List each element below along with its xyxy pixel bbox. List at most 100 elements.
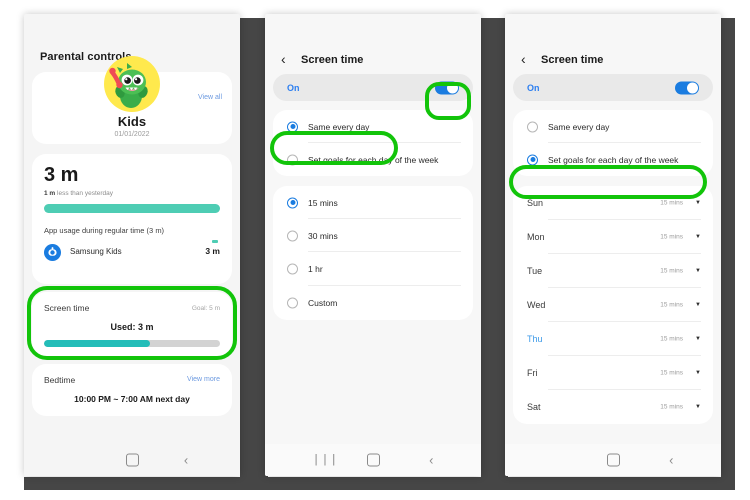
bedtime-label: Bedtime	[44, 375, 76, 385]
table-row[interactable]: Sat 15 mins ▼	[513, 390, 713, 424]
back-icon[interactable]: ‹	[669, 453, 673, 468]
radio-option-set-goals-each-day[interactable]: Set goals for each day of the week	[273, 143, 473, 176]
chevron-down-icon[interactable]: ▼	[695, 268, 701, 274]
screen-time-toggle-row[interactable]: On	[273, 74, 473, 101]
radio-label: Set goals for each day of the week	[548, 154, 679, 165]
day-goal-value: 15 mins	[660, 403, 683, 411]
day-goal-value: 15 mins	[660, 233, 683, 241]
radio-indicator	[527, 121, 538, 132]
day-label: Sat	[527, 402, 541, 412]
screen-time-used: Used: 3 m	[110, 322, 154, 332]
app-usage-card: 3 m 1 m less than yesterday App usage du…	[32, 154, 232, 284]
chevron-down-icon[interactable]: ▼	[695, 302, 701, 308]
list-item[interactable]: Samsung Kids 3 m	[44, 240, 220, 264]
radio-indicator	[287, 121, 298, 132]
bedtime-view-more-link[interactable]: View more	[187, 376, 220, 383]
day-goal-value: 15 mins	[660, 199, 683, 207]
toggle-state-label: On	[287, 82, 300, 93]
samsung-kids-app-icon	[44, 244, 61, 261]
kids-profile-date: 01/01/2022	[114, 131, 150, 138]
phone-1-parental-controls: Parental controls Kids 01/01/2022 View a…	[24, 14, 240, 476]
duration-options-card: 15 mins 30 mins 1 hr Custom	[273, 186, 473, 320]
back-icon[interactable]: ‹	[429, 453, 433, 468]
radio-label: 1 hr	[308, 264, 323, 274]
table-row[interactable]: Thu 15 mins ▼	[513, 322, 713, 356]
radio-label: Custom	[308, 298, 338, 308]
app-status-dot	[212, 240, 218, 243]
day-label: Mon	[527, 232, 545, 242]
screen-time-label: Screen time	[44, 303, 90, 313]
radio-label: 15 mins	[308, 197, 338, 208]
day-label: Thu	[527, 334, 543, 344]
back-chevron-icon[interactable]: ‹	[281, 52, 286, 66]
table-row[interactable]: Tue 15 mins ▼	[513, 254, 713, 288]
phone2-right-bezel	[481, 18, 508, 490]
schedule-mode-card: Same every day Set goals for each day of…	[273, 110, 473, 176]
usage-progress-bar	[44, 204, 220, 213]
chevron-down-icon[interactable]: ▼	[695, 200, 701, 206]
chevron-down-icon[interactable]: ▼	[695, 336, 701, 342]
screen-time-card[interactable]: Screen time Goal: 5 m Used: 3 m	[32, 292, 232, 356]
screen-time-progress-track	[44, 340, 220, 347]
radio-label: Same every day	[308, 121, 370, 132]
chevron-down-icon[interactable]: ▼	[695, 234, 701, 240]
toggle-knob	[447, 82, 458, 93]
day-label: Wed	[527, 300, 546, 310]
back-icon[interactable]: ‹	[184, 453, 188, 468]
radio-indicator	[287, 230, 298, 241]
radio-option-same-every-day[interactable]: Same every day	[273, 110, 473, 143]
table-row[interactable]: Mon 15 mins ▼	[513, 220, 713, 254]
radio-option-custom[interactable]: Custom	[273, 286, 473, 320]
table-row[interactable]: Wed 15 mins ▼	[513, 288, 713, 322]
schedule-mode-card: Same every day Set goals for each day of…	[513, 110, 713, 176]
phone2-navigation-bar: ||| ‹	[265, 444, 481, 476]
radio-option-15-mins[interactable]: 15 mins	[273, 186, 473, 219]
day-goal-value: 15 mins	[660, 267, 683, 275]
screen-time-toggle-switch[interactable]	[435, 81, 459, 94]
day-goal-value: 15 mins	[660, 369, 683, 377]
radio-indicator	[287, 263, 298, 275]
radio-option-1-hr[interactable]: 1 hr	[273, 252, 473, 286]
phone1-bottom-bezel	[24, 477, 268, 490]
table-row[interactable]: Fri 15 mins ▼	[513, 356, 713, 390]
screen-time-toggle-row[interactable]: On	[513, 74, 713, 101]
phone3-navigation-bar: ‹	[505, 444, 721, 476]
screen-time-toggle-switch[interactable]	[675, 81, 699, 94]
radio-label: Set goals for each day of the week	[308, 154, 439, 165]
home-icon[interactable]	[126, 453, 139, 467]
radio-indicator	[527, 154, 538, 165]
view-all-link[interactable]: View all	[198, 94, 222, 101]
screenshot-stage: Parental controls Kids 01/01/2022 View a…	[0, 0, 750, 500]
day-label: Fri	[527, 368, 538, 378]
usage-comparison: 1 m less than yesterday	[44, 190, 113, 197]
phone2-bottom-bezel	[265, 477, 508, 490]
radio-option-30-mins[interactable]: 30 mins	[273, 219, 473, 252]
kids-dinosaur-avatar-icon	[109, 63, 148, 108]
usage-comparison-text: less than yesterday	[55, 190, 114, 197]
phone3-right-bezel	[721, 18, 735, 490]
table-row[interactable]: Sun 15 mins ▼	[513, 186, 713, 220]
app-name-label: Samsung Kids	[70, 247, 122, 256]
day-label: Tue	[527, 266, 543, 276]
page-title-screen-time: Screen time	[541, 54, 604, 66]
home-icon[interactable]	[607, 453, 620, 467]
phone3-bottom-bezel	[505, 477, 735, 490]
day-goal-value: 15 mins	[660, 335, 683, 343]
chevron-down-icon[interactable]: ▼	[695, 370, 701, 376]
page-title-screen-time: Screen time	[301, 54, 364, 66]
radio-option-same-every-day[interactable]: Same every day	[513, 110, 713, 143]
home-icon[interactable]	[367, 453, 380, 467]
radio-option-set-goals-each-day[interactable]: Set goals for each day of the week	[513, 143, 713, 176]
recents-icon[interactable]: |||	[313, 453, 339, 467]
day-goal-value: 15 mins	[660, 301, 683, 309]
app-usage-time: 3 m	[205, 246, 220, 256]
bedtime-value: 10:00 PM ~ 7:00 AM next day	[74, 394, 190, 404]
chevron-down-icon[interactable]: ▼	[695, 404, 701, 410]
day-label: Sun	[527, 198, 544, 208]
phone1-navigation-bar: ‹	[24, 444, 240, 476]
kids-profile-name: Kids	[117, 114, 147, 129]
kids-profile-card[interactable]: Kids 01/01/2022 View all	[32, 56, 232, 144]
phone1-right-bezel	[240, 18, 268, 490]
bedtime-card[interactable]: Bedtime View more 10:00 PM ~ 7:00 AM nex…	[32, 364, 232, 416]
back-chevron-icon[interactable]: ‹	[521, 52, 526, 66]
